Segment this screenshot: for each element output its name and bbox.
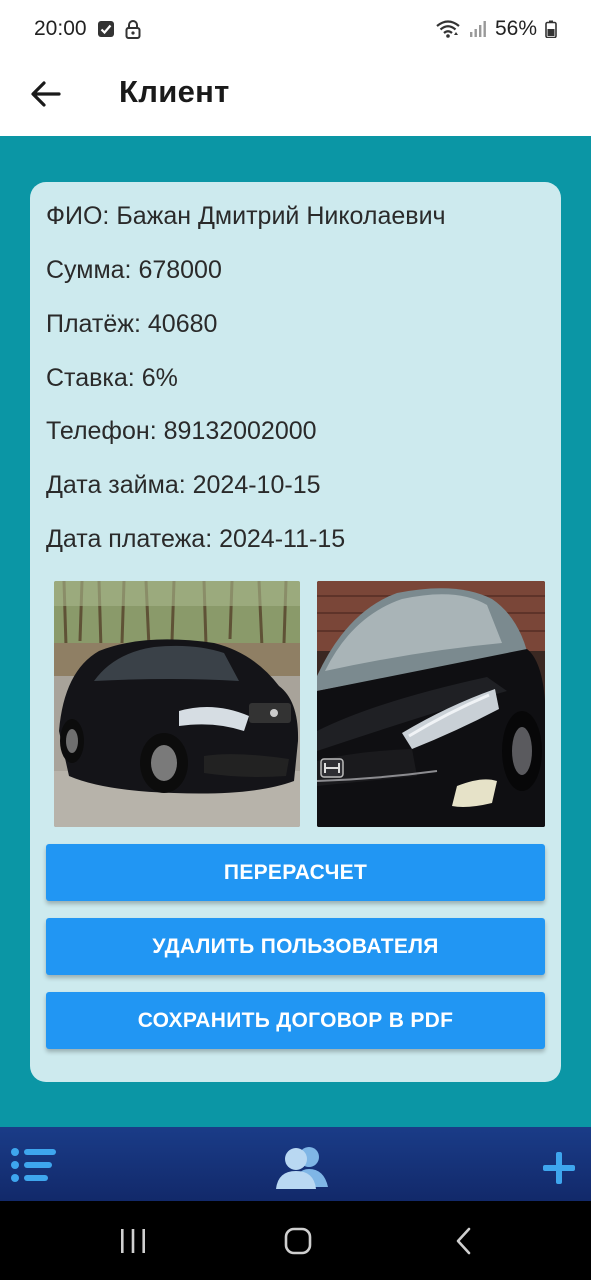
lock-icon <box>125 19 141 39</box>
battery-text: 56% <box>494 17 537 40</box>
app-bar: Клиент <box>0 58 591 136</box>
status-left: 20:00 <box>34 17 141 41</box>
battery-icon <box>545 20 557 38</box>
save-pdf-button[interactable]: СОХРАНИТЬ ДОГОВОР В PDF <box>46 992 545 1049</box>
main-content: ФИО: Бажан Дмитрий Николаевич Сумма: 678… <box>0 136 591 1127</box>
recent-apps-button[interactable] <box>103 1219 163 1263</box>
list-button[interactable] <box>8 1141 60 1189</box>
client-loan-date: Дата займа: 2024-10-15 <box>46 471 321 499</box>
recalc-button[interactable]: ПЕРЕРАСЧЕТ <box>46 844 545 901</box>
home-button[interactable] <box>268 1219 328 1263</box>
system-back-button[interactable] <box>434 1219 494 1263</box>
users-button[interactable] <box>270 1141 332 1193</box>
page-title: Клиент <box>119 74 230 109</box>
signal-icon <box>469 20 487 38</box>
add-client-button[interactable] <box>536 1145 582 1191</box>
client-sum: Сумма: 678000 <box>46 256 222 284</box>
client-payment: Платёж: 40680 <box>46 310 218 338</box>
bottom-bar <box>0 1127 591 1201</box>
car-photo-side[interactable] <box>54 581 300 827</box>
status-time: 20:00 <box>34 17 87 40</box>
client-fio: ФИО: Бажан Дмитрий Николаевич <box>46 202 446 230</box>
recent-apps-icon <box>121 1229 145 1253</box>
users-icon <box>276 1147 328 1189</box>
home-icon <box>284 1227 312 1255</box>
arrow-left-icon <box>31 81 61 107</box>
wifi-icon <box>435 19 461 39</box>
check-square-icon <box>97 20 115 38</box>
status-right: 56% <box>435 17 557 41</box>
client-card: ФИО: Бажан Дмитрий Николаевич Сумма: 678… <box>30 182 561 1082</box>
back-button[interactable] <box>22 70 70 118</box>
client-phone: Телефон: 89132002000 <box>46 417 317 445</box>
back-icon <box>456 1227 471 1255</box>
list-icon <box>11 1148 56 1182</box>
plus-icon <box>543 1152 575 1184</box>
car-photo-front[interactable] <box>317 581 545 827</box>
client-rate: Ставка: 6% <box>46 364 178 392</box>
client-payment-date: Дата платежа: 2024-11-15 <box>46 525 346 553</box>
status-bar: 20:00 56% <box>0 0 591 58</box>
delete-user-button[interactable]: УДАЛИТЬ ПОЛЬЗОВАТЕЛЯ <box>46 918 545 975</box>
system-nav-bar <box>0 1201 591 1280</box>
